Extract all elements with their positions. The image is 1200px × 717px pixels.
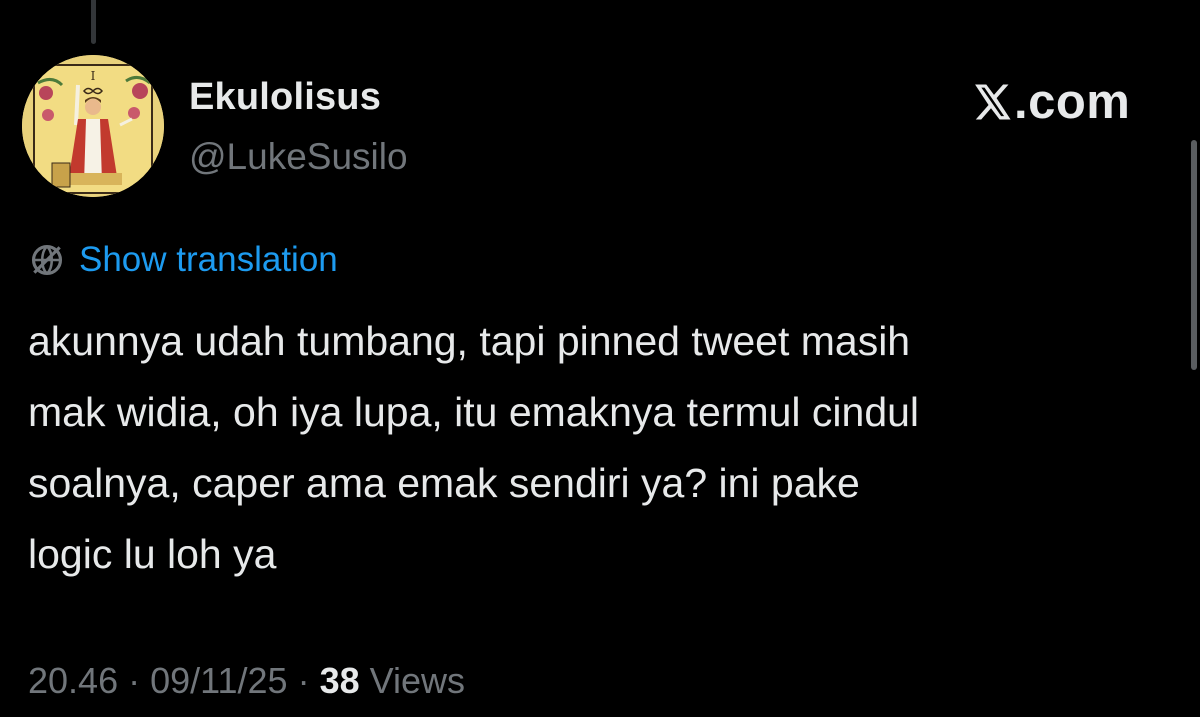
brand-text: .com bbox=[1014, 75, 1131, 129]
show-translation-row[interactable]: Show translation bbox=[28, 238, 338, 282]
tweet-text: akunnya udah tumbang, tapi pinned tweet … bbox=[28, 306, 1178, 590]
avatar[interactable]: I bbox=[22, 55, 164, 197]
tweet-date[interactable]: 09/11/25 bbox=[150, 660, 287, 701]
x-logo-icon bbox=[975, 84, 1011, 120]
views-count[interactable]: 38 bbox=[320, 660, 360, 701]
author-handle[interactable]: @LukeSusilo bbox=[189, 136, 408, 178]
scrollbar[interactable] bbox=[1186, 0, 1200, 717]
meta-separator: · bbox=[118, 660, 151, 701]
views-label[interactable]: Views bbox=[370, 660, 465, 701]
tarot-magician-avatar: I bbox=[22, 55, 164, 197]
svg-text:I: I bbox=[91, 69, 96, 83]
globe-icon bbox=[31, 244, 63, 276]
meta-separator: · bbox=[287, 660, 320, 701]
tweet-time[interactable]: 20.46 bbox=[28, 660, 118, 701]
show-translation-link[interactable]: Show translation bbox=[79, 240, 338, 280]
author-display-name[interactable]: Ekulolisus bbox=[189, 76, 381, 119]
tweet-text-line: soalnya, caper ama emak sendiri ya? ini … bbox=[28, 460, 860, 506]
thread-connector-line bbox=[91, 0, 96, 44]
tweet-text-line: akunnya udah tumbang, tapi pinned tweet … bbox=[28, 318, 911, 364]
tweet-meta: 20.46 · 09/11/25 · 38 Views bbox=[28, 660, 465, 702]
scrollbar-thumb[interactable] bbox=[1191, 140, 1197, 370]
tweet-text-line: mak widia, oh iya lupa, itu emaknya term… bbox=[28, 389, 920, 435]
tweet-text-line: logic lu loh ya bbox=[28, 531, 277, 577]
x-com-brand: .com bbox=[970, 72, 1130, 132]
